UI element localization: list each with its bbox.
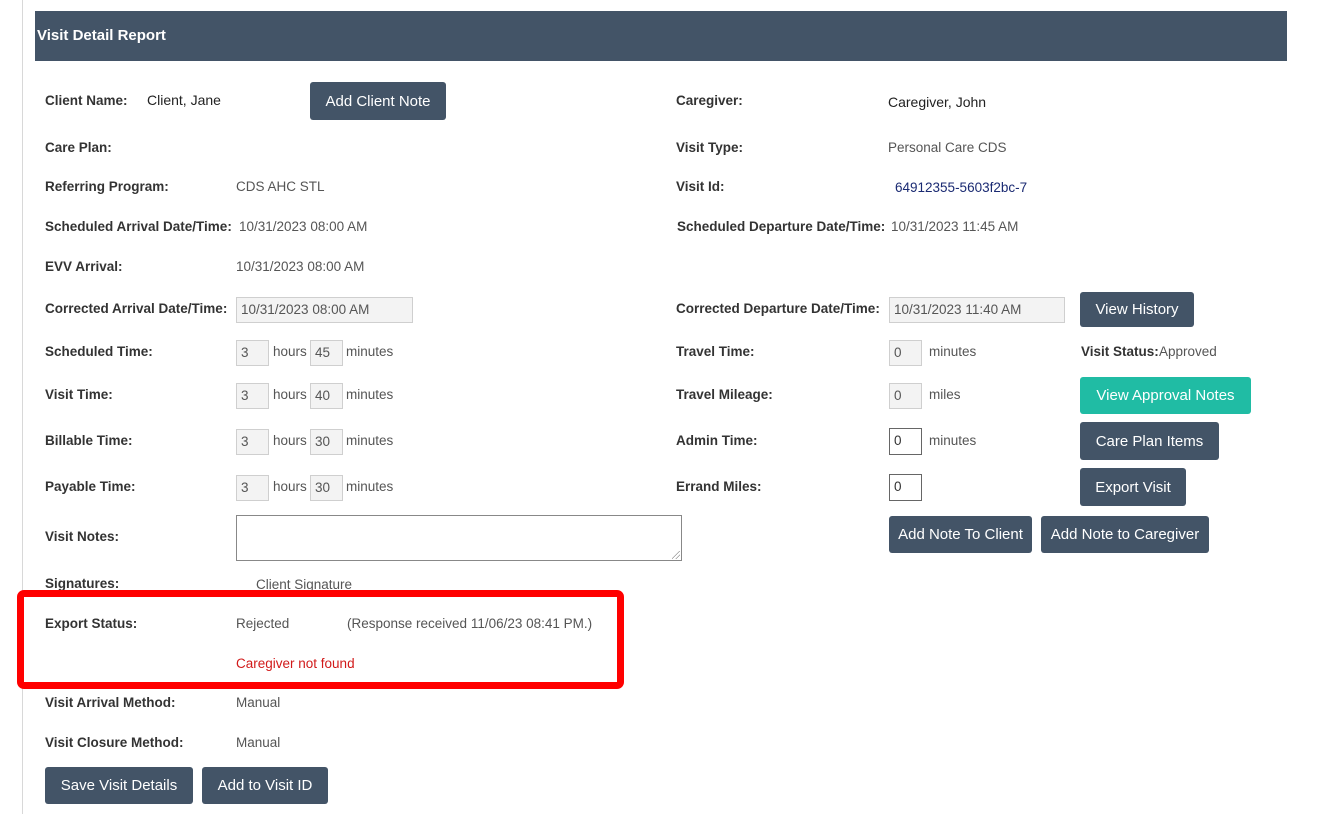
scheduled-arrival-label: Scheduled Arrival Date/Time: <box>45 219 232 234</box>
scheduled-time-label: Scheduled Time: <box>45 344 153 359</box>
hours-unit-label: hours <box>273 433 307 448</box>
minutes-unit-label: minutes <box>929 344 977 359</box>
page-header: Visit Detail Report <box>35 11 1287 61</box>
visit-time-minutes-field[interactable]: 40 <box>310 383 343 409</box>
visit-id-value: 64912355-5603f2bc-7 <box>895 180 1028 195</box>
corrected-arrival-field[interactable]: 10/31/2023 08:00 AM <box>236 297 413 323</box>
page-title: Visit Detail Report <box>37 27 166 44</box>
evv-arrival-label: EVV Arrival: <box>45 259 123 274</box>
add-note-to-client-button[interactable]: Add Note To Client <box>889 516 1032 553</box>
hours-unit-label: hours <box>273 387 307 402</box>
highlight-box <box>17 590 624 689</box>
hours-unit-label: hours <box>273 479 307 494</box>
caregiver-label: Caregiver: <box>676 93 743 108</box>
visit-arrival-method-value: Manual <box>236 695 281 710</box>
visit-time-hours-field[interactable]: 3 <box>236 383 269 409</box>
visit-status-label: Visit Status: <box>1081 344 1159 359</box>
errand-miles-label: Errand Miles: <box>676 479 762 494</box>
care-plan-label: Care Plan: <box>45 140 112 155</box>
client-name-value: Client, Jane <box>147 92 221 108</box>
miles-unit-label: miles <box>929 387 961 402</box>
minutes-unit-label: minutes <box>346 433 394 448</box>
admin-time-minutes-input[interactable]: 0 <box>889 428 922 455</box>
corrected-departure-label: Corrected Departure Date/Time: <box>676 301 880 316</box>
signatures-label: Signatures: <box>45 576 120 591</box>
hours-unit-label: hours <box>273 344 307 359</box>
view-approval-notes-button[interactable]: View Approval Notes <box>1080 377 1251 414</box>
referring-program-value: CDS AHC STL <box>236 179 325 194</box>
travel-mileage-label: Travel Mileage: <box>676 387 773 402</box>
errand-miles-input[interactable]: 0 <box>889 474 922 501</box>
left-divider-line <box>22 0 23 814</box>
billable-time-minutes-field[interactable]: 30 <box>310 429 343 455</box>
corrected-departure-field[interactable]: 10/31/2023 11:40 AM <box>889 297 1065 323</box>
add-note-to-caregiver-button[interactable]: Add Note to Caregiver <box>1041 516 1209 553</box>
corrected-arrival-label: Corrected Arrival Date/Time: <box>45 301 228 316</box>
referring-program-label: Referring Program: <box>45 179 169 194</box>
travel-time-minutes-field[interactable]: 0 <box>889 340 922 366</box>
visit-type-value: Personal Care CDS <box>888 140 1007 155</box>
scheduled-departure-label: Scheduled Departure Date/Time: <box>677 219 886 234</box>
textarea-resize-handle-icon[interactable] <box>672 551 680 559</box>
visit-status-value: Approved <box>1159 344 1217 359</box>
visit-time-label: Visit Time: <box>45 387 113 402</box>
visit-notes-label: Visit Notes: <box>45 529 120 544</box>
scheduled-time-minutes-field[interactable]: 45 <box>310 340 343 366</box>
travel-time-label: Travel Time: <box>676 344 755 359</box>
visit-notes-textarea[interactable] <box>236 515 682 561</box>
save-visit-details-button[interactable]: Save Visit Details <box>45 767 193 804</box>
visit-type-label: Visit Type: <box>676 140 744 155</box>
caregiver-value: Caregiver, John <box>888 94 987 110</box>
payable-time-minutes-field[interactable]: 30 <box>310 475 343 501</box>
scheduled-departure-value: 10/31/2023 11:45 AM <box>891 219 1019 234</box>
add-client-note-button[interactable]: Add Client Note <box>310 82 446 120</box>
visit-id-label: Visit Id: <box>676 179 725 194</box>
minutes-unit-label: minutes <box>929 433 977 448</box>
admin-time-label: Admin Time: <box>676 433 758 448</box>
billable-time-label: Billable Time: <box>45 433 133 448</box>
scheduled-arrival-value: 10/31/2023 08:00 AM <box>239 219 368 234</box>
minutes-unit-label: minutes <box>346 344 394 359</box>
minutes-unit-label: minutes <box>346 479 394 494</box>
export-visit-button[interactable]: Export Visit <box>1080 468 1186 506</box>
visit-closure-method-value: Manual <box>236 735 281 750</box>
visit-closure-method-label: Visit Closure Method: <box>45 735 184 750</box>
care-plan-items-button[interactable]: Care Plan Items <box>1080 422 1219 460</box>
evv-arrival-value: 10/31/2023 08:00 AM <box>236 259 365 274</box>
add-to-visit-id-button[interactable]: Add to Visit ID <box>202 767 328 804</box>
minutes-unit-label: minutes <box>346 387 394 402</box>
payable-time-label: Payable Time: <box>45 479 136 494</box>
scheduled-time-hours-field[interactable]: 3 <box>236 340 269 366</box>
billable-time-hours-field[interactable]: 3 <box>236 429 269 455</box>
visit-arrival-method-label: Visit Arrival Method: <box>45 695 176 710</box>
travel-mileage-field[interactable]: 0 <box>889 383 922 409</box>
payable-time-hours-field[interactable]: 3 <box>236 475 269 501</box>
client-name-label: Client Name: <box>45 93 128 108</box>
view-history-button[interactable]: View History <box>1080 292 1194 327</box>
